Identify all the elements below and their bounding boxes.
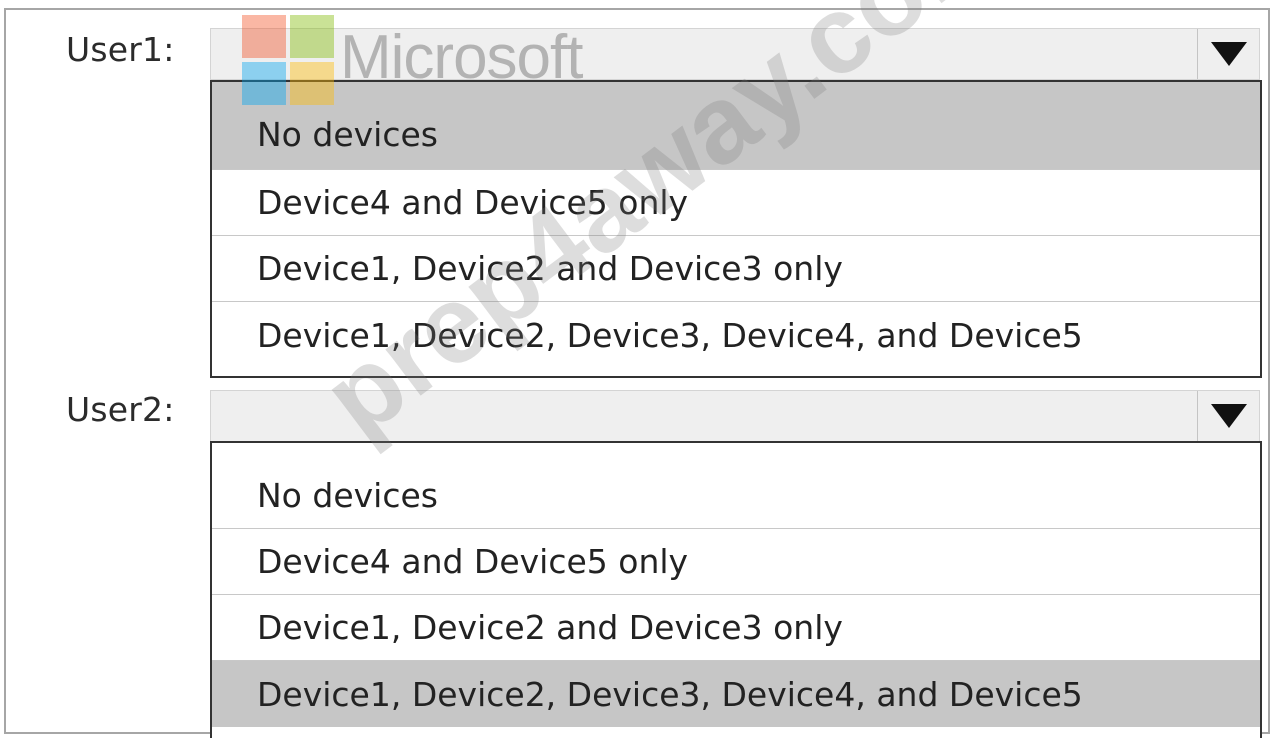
- logo-square-blue: [242, 62, 286, 105]
- user2-option-all-devices[interactable]: Device1, Device2, Device3, Device4, and …: [212, 661, 1260, 727]
- logo-square-red: [242, 15, 286, 58]
- microsoft-watermark-text: Microsoft: [340, 23, 583, 92]
- user1-option-device1-3[interactable]: Device1, Device2 and Device3 only: [212, 236, 1260, 302]
- user2-label: User2:: [66, 390, 175, 429]
- triangle-down-icon: [1210, 42, 1247, 66]
- user1-dropdown-button[interactable]: [1197, 29, 1259, 79]
- user2-select[interactable]: [210, 390, 1260, 442]
- user1-label: User1:: [66, 30, 175, 69]
- user2-dropdown-button[interactable]: [1197, 391, 1259, 441]
- user1-option-no-devices[interactable]: No devices: [212, 82, 1260, 170]
- user1-option-device4-5[interactable]: Device4 and Device5 only: [212, 170, 1260, 236]
- logo-square-green: [290, 15, 334, 58]
- triangle-down-icon: [1210, 404, 1247, 428]
- user2-option-device4-5[interactable]: Device4 and Device5 only: [212, 529, 1260, 595]
- user2-option-device1-3[interactable]: Device1, Device2 and Device3 only: [212, 595, 1260, 661]
- logo-square-yellow: [290, 62, 334, 105]
- user1-options-list: No devices Device4 and Device5 only Devi…: [210, 80, 1262, 378]
- user2-option-no-devices[interactable]: No devices: [212, 443, 1260, 529]
- user2-options-list: No devices Device4 and Device5 only Devi…: [210, 441, 1262, 738]
- user1-option-all-devices[interactable]: Device1, Device2, Device3, Device4, and …: [212, 302, 1260, 368]
